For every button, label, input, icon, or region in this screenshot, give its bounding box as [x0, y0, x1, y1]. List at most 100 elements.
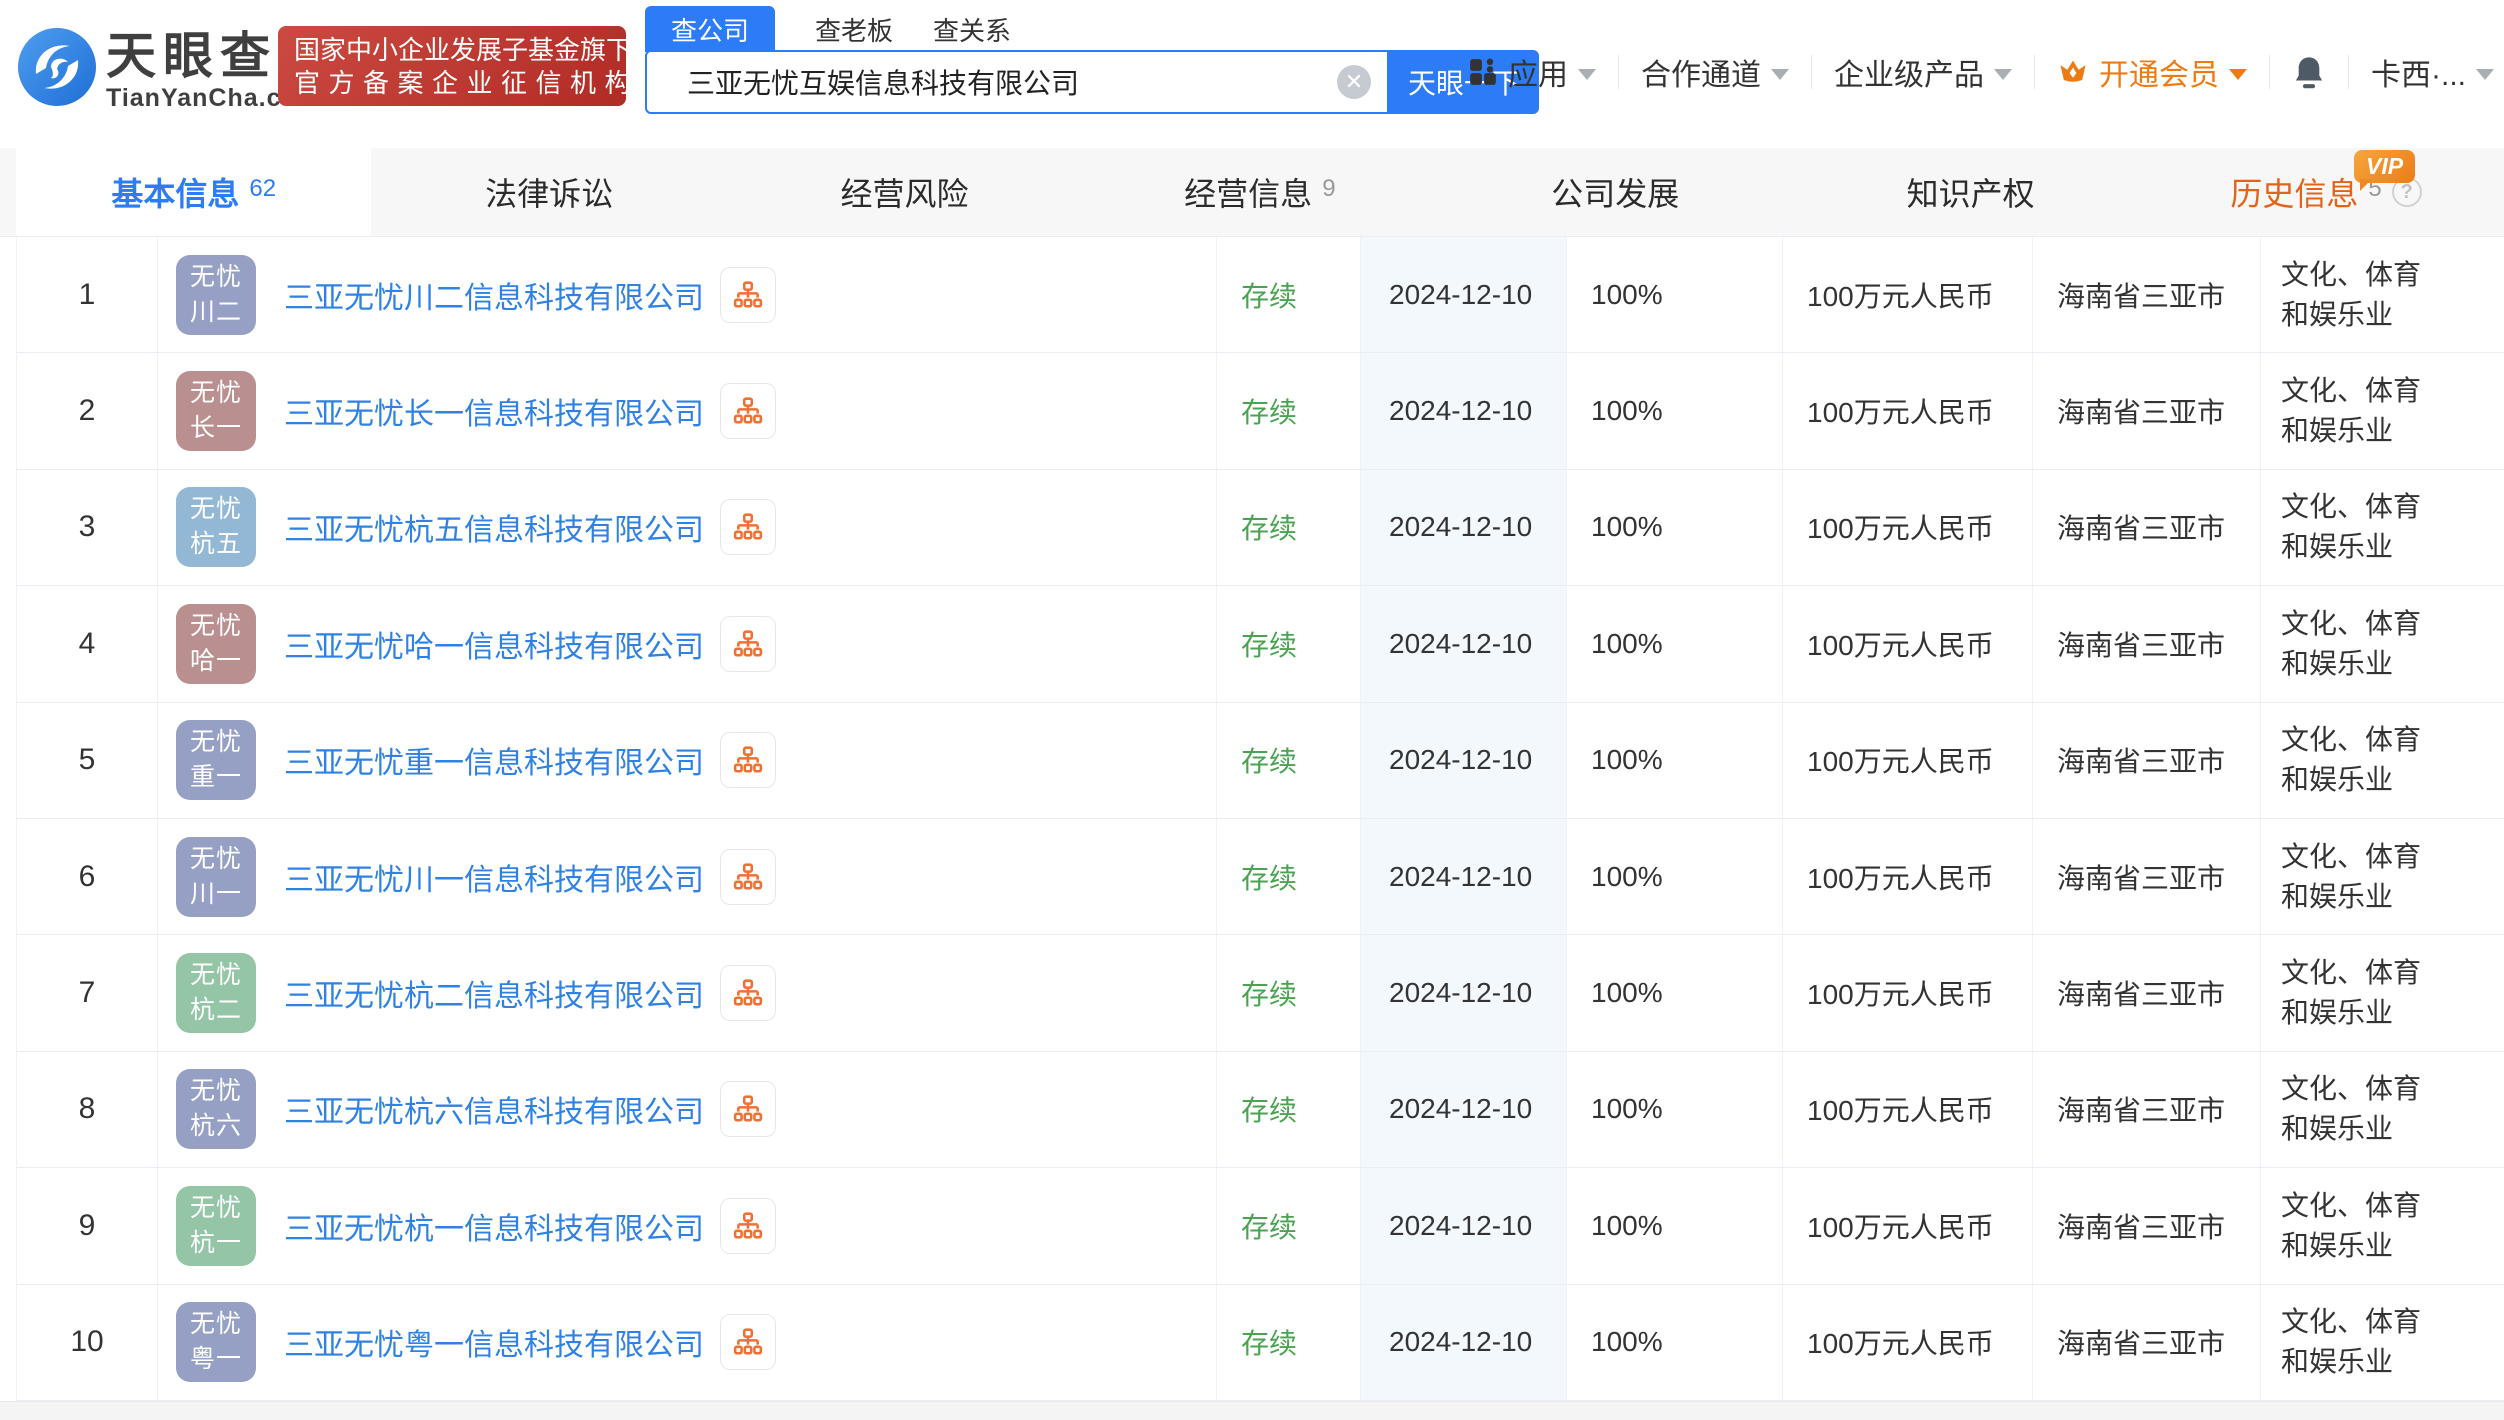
company-name-link[interactable]: 三亚无忧杭六信息科技有限公司	[284, 1087, 704, 1131]
org-chart-button[interactable]	[720, 848, 776, 905]
header: 天眼查 TianYanCha.com 国家中小企业发展子基金旗下 官方备案企业征…	[0, 0, 2504, 148]
chevron-down-icon	[2476, 68, 2494, 80]
row-index: 3	[17, 469, 158, 586]
tab-1[interactable]: 基本信息 62	[16, 148, 372, 236]
status-badge: 存续	[1217, 353, 1361, 469]
nav-enterprise[interactable]: 企业级产品	[1834, 50, 2012, 94]
org-chart-button[interactable]	[720, 1314, 776, 1371]
crown-icon	[2057, 56, 2089, 88]
tab-6[interactable]: 知识产权	[1793, 148, 2148, 236]
table-row: 4 无忧 哈一 三亚无忧哈一信息科技有限公司 存续 2024-12-10 100% 100万…	[16, 586, 2504, 703]
org-chart-button[interactable]	[720, 732, 776, 789]
table-row: 3 无忧 杭五 三亚无忧杭五信息科技有限公司 存续 2024-12-10 100% 100万…	[16, 469, 2504, 587]
status-badge: 存续	[1217, 586, 1361, 702]
ownership-percent: 100%	[1567, 353, 1783, 469]
chevron-down-icon	[1771, 68, 1789, 80]
company-cell: 无忧 川一 三亚无忧川一信息科技有限公司	[158, 818, 1217, 935]
divider	[1811, 55, 1812, 89]
row-index: 6	[17, 818, 158, 935]
company-name-link[interactable]: 三亚无忧粤一信息科技有限公司	[284, 1320, 704, 1364]
tab-3[interactable]: 经营风险	[727, 148, 1082, 236]
reg-date: 2024-12-10	[1361, 469, 1567, 586]
company-name-link[interactable]: 三亚无忧川二信息科技有限公司	[284, 273, 704, 317]
tab-2[interactable]: 法律诉讼	[371, 148, 726, 236]
table-row: 1 无忧 川二 三亚无忧川二信息科技有限公司 存续 2024-12-10 100% 100万…	[16, 237, 2504, 354]
gov-badge-line1: 国家中小企业发展子基金旗下	[294, 35, 633, 65]
org-chart-icon	[733, 397, 763, 424]
industry: 文化、体育和娱乐业	[2281, 258, 2422, 330]
status-badge: 存续	[1217, 469, 1361, 586]
clear-icon[interactable]: ✕	[1337, 65, 1371, 99]
reg-date: 2024-12-10	[1361, 1051, 1567, 1168]
search-tab-relation[interactable]: 查关系	[933, 11, 1011, 48]
user-menu[interactable]: 卡西·...	[2371, 50, 2494, 94]
search-input[interactable]	[647, 52, 1387, 112]
table-row: 7 无忧 杭二 三亚无忧杭二信息科技有限公司 存续 2024-12-10 100% 100万…	[16, 935, 2504, 1052]
region: 海南省三亚市	[2033, 935, 2261, 1051]
ownership-percent: 100%	[1567, 935, 1783, 1051]
nav-enterprise-label: 企业级产品	[1834, 59, 1984, 92]
row-index: 5	[17, 702, 158, 818]
company-name-link[interactable]: 三亚无忧杭二信息科技有限公司	[284, 971, 704, 1015]
org-chart-button[interactable]	[720, 383, 776, 440]
registered-capital: 100万元人民币	[1783, 237, 2033, 353]
company-avatar: 无忧 杭一	[176, 1185, 256, 1266]
row-index: 7	[17, 935, 158, 1051]
search-tab-company[interactable]: 查公司	[645, 6, 776, 52]
ownership-percent: 100%	[1567, 818, 1783, 935]
company-cell: 无忧 杭五 三亚无忧杭五信息科技有限公司	[158, 469, 1217, 586]
org-chart-button[interactable]	[720, 266, 776, 323]
tab-5[interactable]: 公司发展	[1438, 148, 1793, 236]
notification-bell[interactable]	[2292, 53, 2326, 91]
reg-date: 2024-12-10	[1361, 586, 1567, 702]
tianyancha-page: 天眼查 TianYanCha.com 国家中小企业发展子基金旗下 官方备案企业征…	[0, 0, 2504, 1420]
company-name-link[interactable]: 三亚无忧长一信息科技有限公司	[284, 389, 704, 433]
tab-label: 历史信息	[2230, 176, 2359, 212]
nav-partners[interactable]: 合作通道	[1641, 50, 1789, 94]
company-name-link[interactable]: 三亚无忧哈一信息科技有限公司	[284, 622, 704, 666]
registered-capital: 100万元人民币	[1783, 935, 2033, 1051]
org-chart-button[interactable]	[720, 615, 776, 672]
divider	[1618, 55, 1619, 89]
region: 海南省三亚市	[2033, 586, 2261, 702]
tab-4[interactable]: 经营信息 9	[1082, 148, 1437, 236]
status-badge: 存续	[1217, 935, 1361, 1051]
industry: 文化、体育和娱乐业	[2281, 724, 2422, 796]
search-box: ✕	[645, 50, 1389, 114]
registered-capital: 100万元人民币	[1783, 586, 2033, 702]
nav-partners-label: 合作通道	[1641, 59, 1761, 92]
tab-label: 基本信息	[111, 176, 240, 212]
table-row: 6 无忧 川一 三亚无忧川一信息科技有限公司 存续 2024-12-10 100% 100万…	[16, 818, 2504, 936]
nav-vip[interactable]: 开通会员	[2057, 50, 2247, 94]
username: 卡西·...	[2371, 59, 2466, 92]
company-name-link[interactable]: 三亚无忧重一信息科技有限公司	[284, 738, 704, 782]
org-chart-button[interactable]	[720, 965, 776, 1022]
region: 海南省三亚市	[2033, 1051, 2261, 1168]
tab-count: 62	[249, 175, 277, 202]
org-chart-button[interactable]	[720, 1081, 776, 1138]
nav-apps[interactable]: 应用	[1468, 50, 1596, 94]
search-tab-boss[interactable]: 查老板	[815, 11, 893, 48]
company-cell: 无忧 长一 三亚无忧长一信息科技有限公司	[158, 353, 1217, 469]
ownership-percent: 100%	[1567, 1051, 1783, 1168]
divider	[2348, 55, 2349, 89]
ownership-percent: 100%	[1567, 469, 1783, 586]
row-index: 4	[17, 586, 158, 702]
ownership-percent: 100%	[1567, 586, 1783, 702]
org-chart-button[interactable]	[720, 1197, 776, 1254]
org-chart-button[interactable]	[720, 499, 776, 556]
company-name-link[interactable]: 三亚无忧杭一信息科技有限公司	[284, 1204, 704, 1248]
tianyancha-logo-icon[interactable]	[18, 28, 96, 106]
company-avatar: 无忧 川二	[176, 254, 256, 335]
gov-certification-badge: 国家中小企业发展子基金旗下 官方备案企业征信机构	[278, 26, 633, 106]
registered-capital: 100万元人民币	[1783, 1284, 2033, 1400]
company-name-link[interactable]: 三亚无忧杭五信息科技有限公司	[284, 505, 704, 549]
reg-date: 2024-12-10	[1361, 353, 1567, 469]
org-chart-icon	[733, 746, 763, 773]
vip-badge: VIP	[2354, 150, 2416, 191]
company-cell: 无忧 杭六 三亚无忧杭六信息科技有限公司	[158, 1051, 1217, 1168]
search-tabs: 查公司 查老板 查关系	[645, 6, 1011, 52]
tab-7[interactable]: 历史信息 5? VIP	[2148, 148, 2503, 236]
row-index: 8	[17, 1051, 158, 1168]
company-name-link[interactable]: 三亚无忧川一信息科技有限公司	[284, 855, 704, 899]
